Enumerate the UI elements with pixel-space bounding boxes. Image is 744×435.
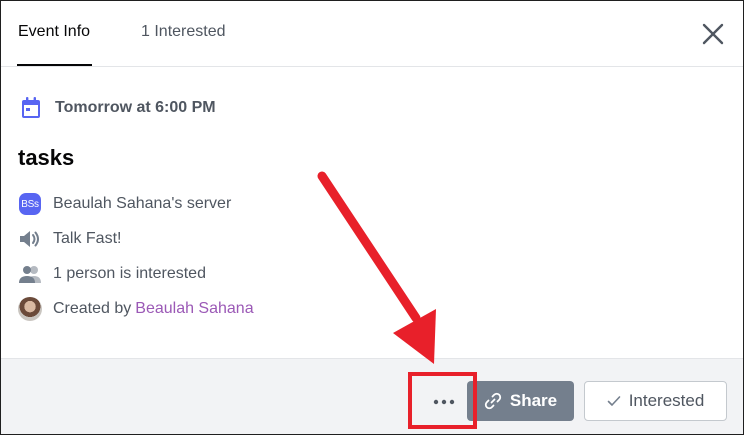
event-time-text: Tomorrow at 6:00 PM xyxy=(55,99,216,116)
share-button[interactable]: Share xyxy=(467,381,574,421)
creator-name-link[interactable]: Beaulah Sahana xyxy=(135,300,253,318)
tab-event-info[interactable]: Event Info xyxy=(18,23,90,41)
tab-interested[interactable]: 1 Interested xyxy=(141,23,226,41)
interested-button[interactable]: Interested xyxy=(584,381,727,421)
event-interested-count: 1 person is interested xyxy=(18,262,206,286)
interested-button-label: Interested xyxy=(628,391,705,410)
check-icon xyxy=(607,396,620,406)
close-icon xyxy=(702,23,724,45)
calendar-icon xyxy=(22,97,40,118)
event-time: Tomorrow at 6:00 PM xyxy=(21,97,216,119)
people-icon xyxy=(19,266,41,283)
event-title: tasks xyxy=(18,145,75,170)
annotation-highlight-box xyxy=(408,372,477,429)
creator-avatar xyxy=(18,297,42,321)
speaker-icon xyxy=(20,231,39,247)
created-by-prefix: Created by xyxy=(53,300,132,317)
channel-name: Talk Fast! xyxy=(53,230,122,247)
interested-count-text: 1 person is interested xyxy=(53,265,206,282)
event-creator: Created by Beaulah Sahana xyxy=(18,297,254,321)
tab-bar: Event Info 1 Interested xyxy=(1,1,743,67)
link-icon xyxy=(484,392,501,410)
event-channel: Talk Fast! xyxy=(18,227,121,251)
active-tab-indicator xyxy=(17,64,92,66)
server-badge-icon: BSs xyxy=(19,193,41,215)
server-name: Beaulah Sahana's server xyxy=(53,195,232,212)
share-button-label: Share xyxy=(509,391,558,410)
event-server: BSs Beaulah Sahana's server xyxy=(18,192,231,216)
close-button[interactable] xyxy=(698,19,728,49)
